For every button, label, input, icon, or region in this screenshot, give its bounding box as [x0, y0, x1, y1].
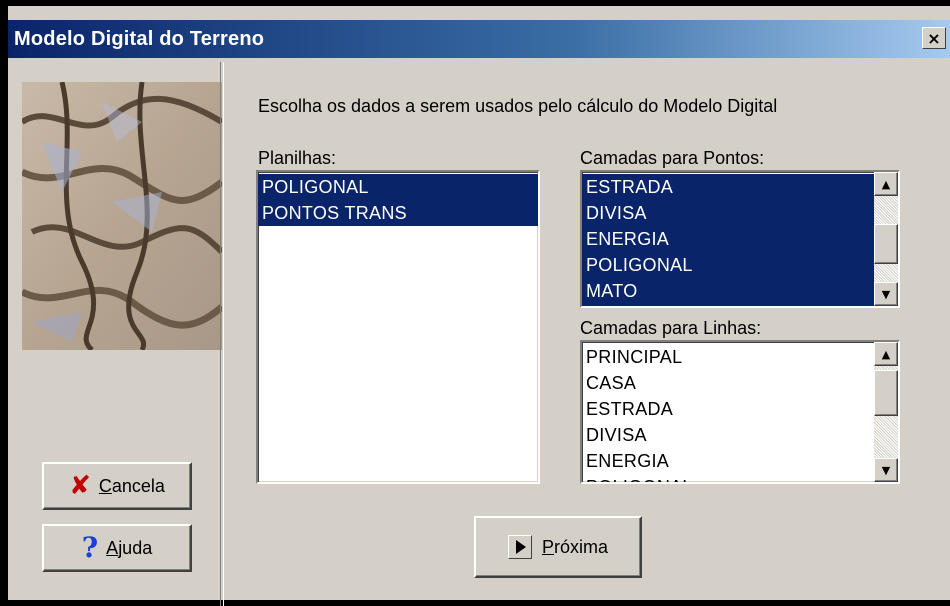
list-item[interactable]: ESTRADA [582, 396, 874, 422]
camadas-linhas-label: Camadas para Linhas: [580, 318, 762, 338]
scroll-down-button[interactable]: ▼ [874, 458, 898, 482]
planilhas-label: Planilhas: [258, 148, 337, 168]
scroll-up-button[interactable]: ▲ [874, 172, 898, 196]
camadas-pontos-listbox[interactable]: ESTRADADIVISAENERGIAPOLIGONALMATOBREJO ▲… [580, 170, 900, 308]
vertical-divider [220, 62, 224, 606]
cancela-label: Cancela [98, 475, 165, 496]
list-item[interactable]: MATO [582, 278, 874, 304]
camadas-pontos-label: Camadas para Pontos: [580, 148, 765, 168]
list-item[interactable]: ESTRADA [582, 174, 874, 200]
arrow-up-icon: ▲ [881, 347, 891, 361]
list-item[interactable]: DIVISA [582, 200, 874, 226]
title-bar[interactable]: Modelo Digital do Terreno × [8, 20, 950, 58]
list-item[interactable]: ENERGIA [582, 226, 874, 252]
list-item[interactable]: ENERGIA [582, 448, 874, 474]
camadas-pontos-scrollbar[interactable]: ▲ ▼ [874, 172, 898, 306]
ajuda-label: Ajuda [106, 537, 153, 558]
window-title: Modelo Digital do Terreno [14, 27, 265, 50]
list-item[interactable]: CASA [582, 370, 874, 396]
dialog-window: Modelo Digital do Terreno × mdt Escolha … [8, 0, 950, 606]
list-item[interactable]: POLIGONAL [582, 252, 874, 278]
ajuda-button[interactable]: ? Ajuda [42, 524, 192, 572]
mdt-logo-image: mdt [22, 82, 222, 350]
scroll-down-button[interactable]: ▼ [874, 282, 898, 306]
scroll-thumb[interactable] [874, 370, 898, 416]
camadas-linhas-scrollbar[interactable]: ▲ ▼ [874, 342, 898, 482]
list-item[interactable]: DIVISA [582, 422, 874, 448]
camadas-linhas-listbox[interactable]: PRINCIPALCASAESTRADADIVISAENERGIAPOLIGON… [580, 340, 900, 484]
arrow-up-icon: ▲ [881, 177, 891, 191]
cancel-x-icon: ✘ [69, 471, 91, 501]
cancela-button[interactable]: ✘ Cancela [42, 462, 192, 510]
scroll-up-button[interactable]: ▲ [874, 342, 898, 366]
help-question-icon: ? [81, 531, 99, 564]
scroll-thumb[interactable] [874, 224, 898, 264]
camadas-linhas-items: PRINCIPALCASAESTRADADIVISAENERGIAPOLIGON… [582, 344, 874, 482]
list-item[interactable]: BREJO [582, 304, 874, 306]
proxima-label: Próxima [541, 536, 609, 557]
list-item[interactable]: POLIGONAL [258, 174, 538, 200]
arrow-down-icon: ▼ [881, 287, 891, 301]
list-item[interactable]: PRINCIPAL [582, 344, 874, 370]
instructions-text: Escolha os dados a serem usados pelo cál… [258, 96, 778, 116]
list-item[interactable]: PONTOS TRANS [258, 200, 538, 226]
planilhas-listbox[interactable]: POLIGONAL PONTOS TRANS [256, 170, 540, 484]
close-icon: × [927, 28, 941, 48]
arrow-down-icon: ▼ [881, 463, 891, 477]
proxima-button[interactable]: Próxima [474, 516, 642, 578]
close-button[interactable]: × [922, 27, 946, 49]
list-item[interactable]: POLIGONAL [582, 474, 874, 482]
terrain-logo-icon: mdt [22, 82, 222, 350]
planilhas-items: POLIGONAL PONTOS TRANS [258, 174, 538, 226]
camadas-pontos-items: ESTRADADIVISAENERGIAPOLIGONALMATOBREJO [582, 174, 874, 306]
play-arrow-icon [507, 535, 532, 559]
